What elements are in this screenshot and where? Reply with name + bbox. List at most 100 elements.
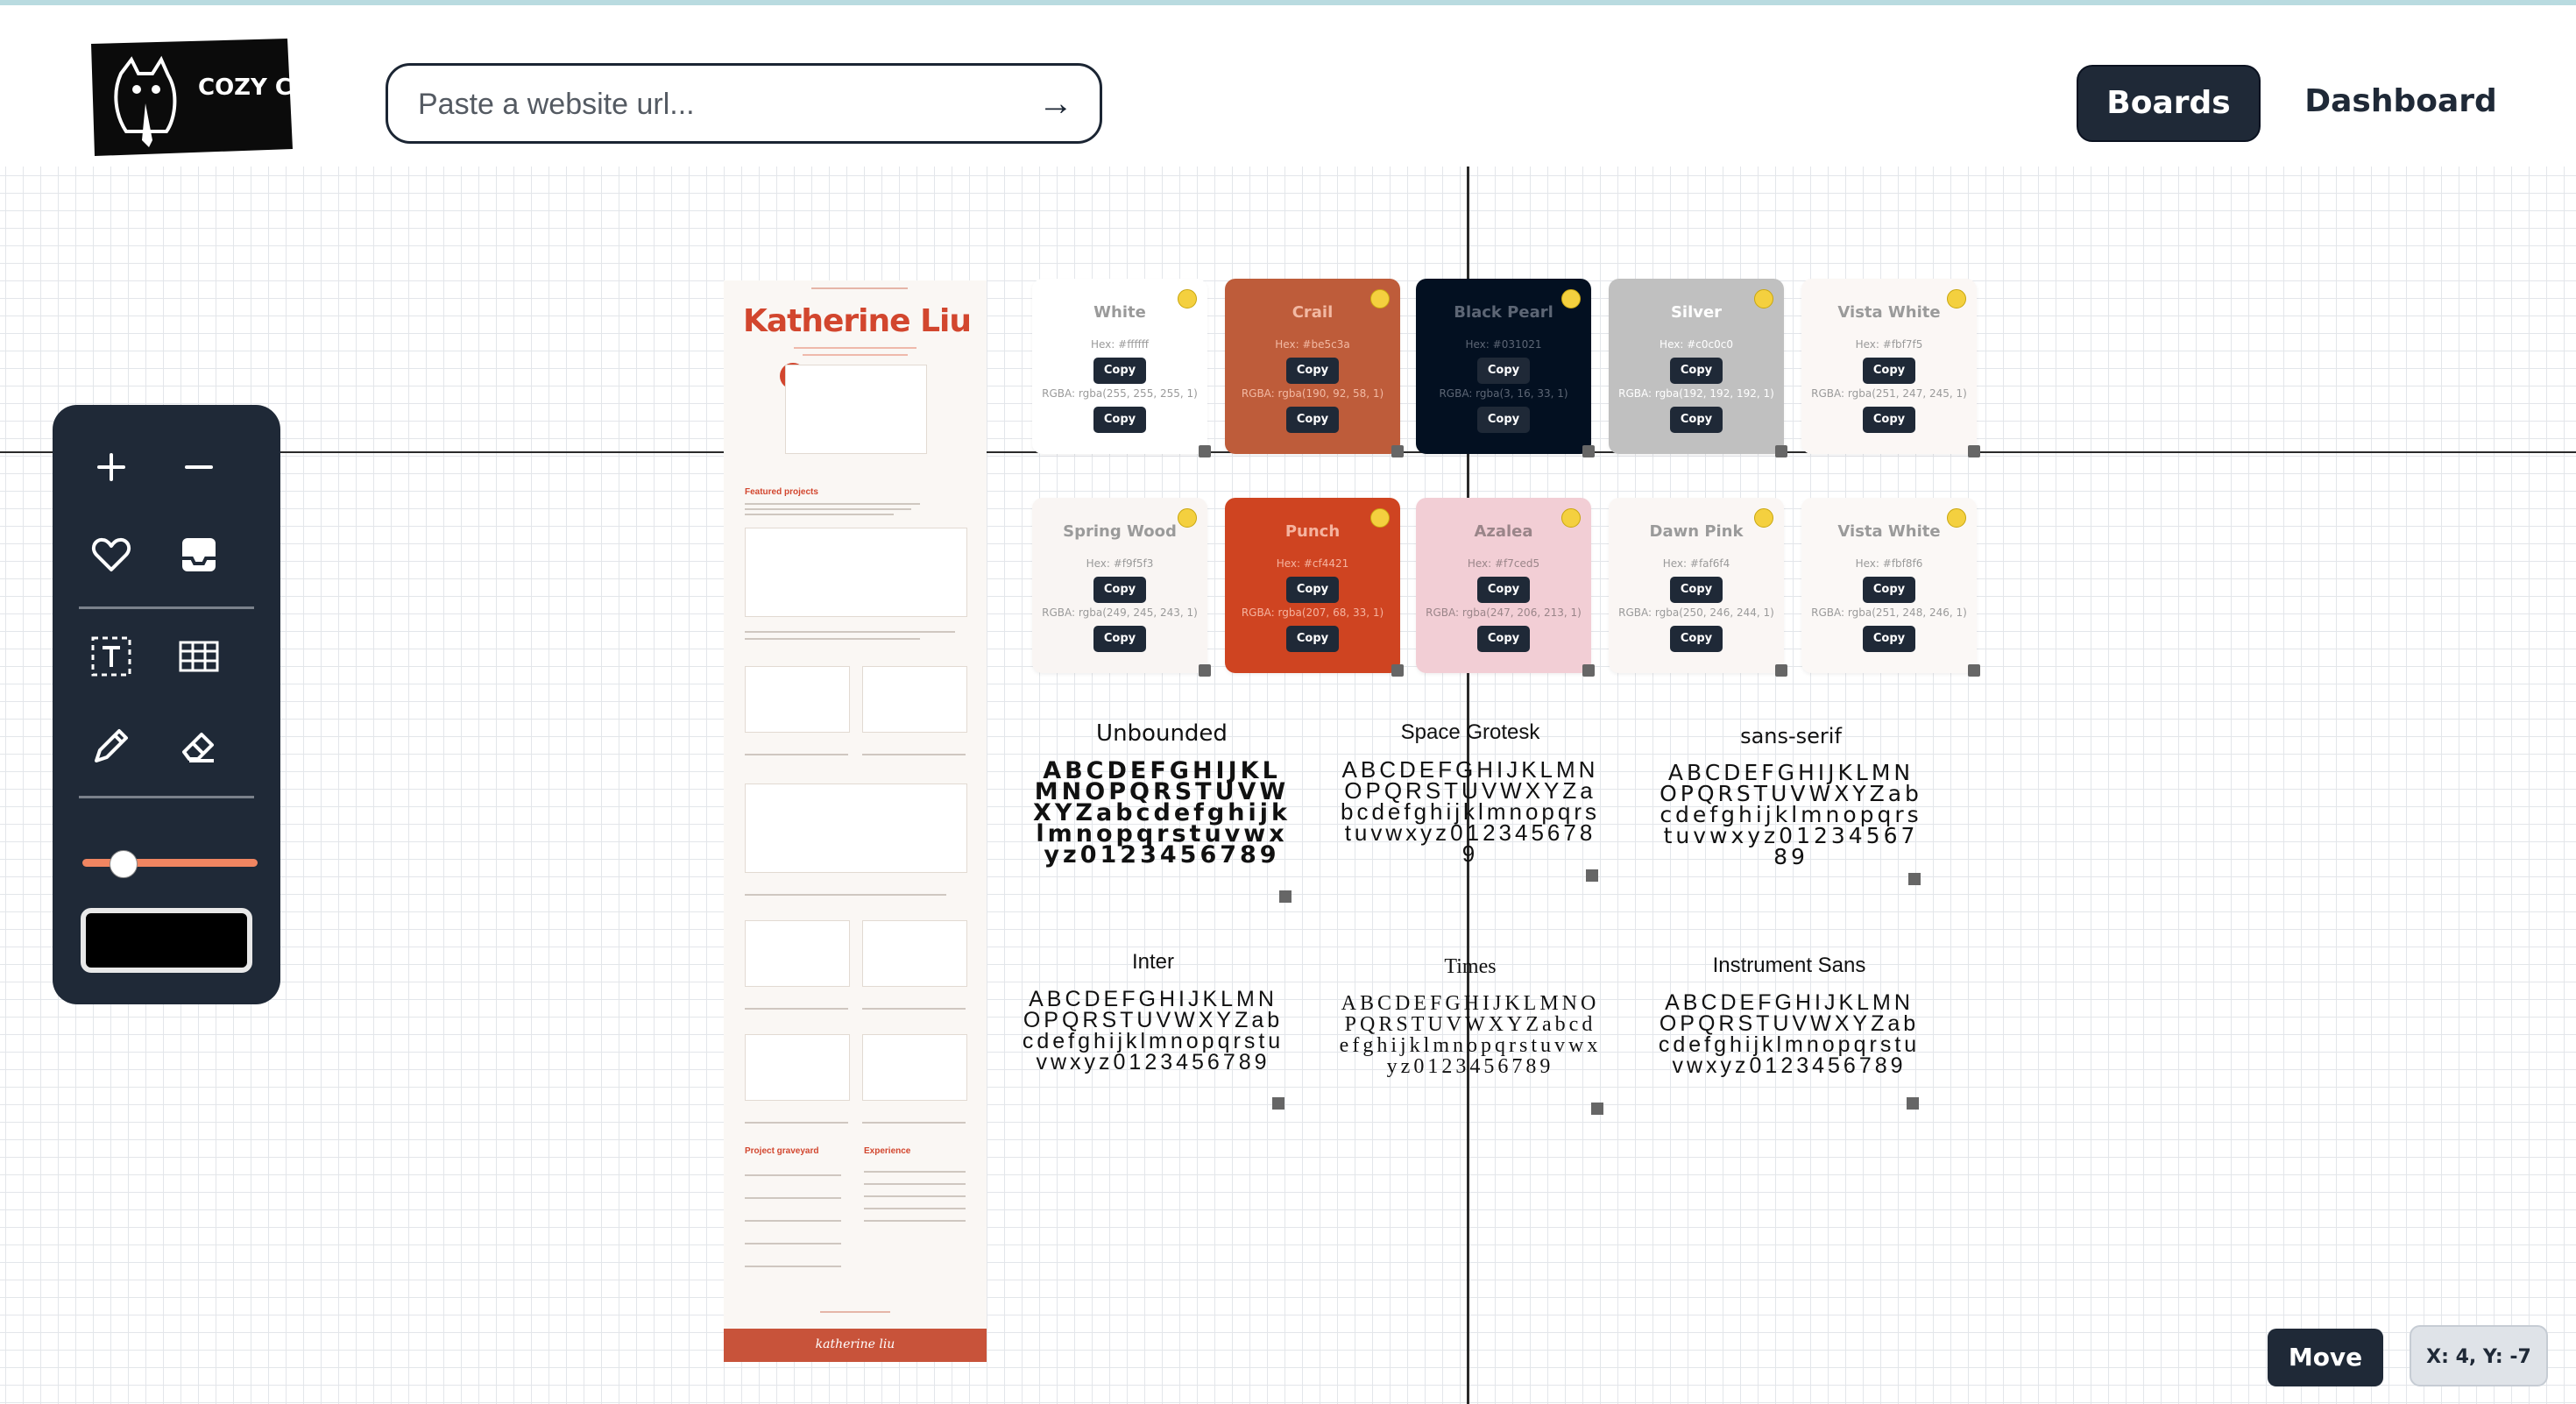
toolbar-divider bbox=[79, 606, 254, 609]
font-sample-text: ABCDEFGHIJKLMNOPQRSTUVWXYZabcdefghijklmn… bbox=[1339, 992, 1602, 1078]
mini-text bbox=[862, 1008, 966, 1010]
copy-hex-button[interactable]: Copy bbox=[1670, 358, 1723, 384]
copy-rgba-button[interactable]: Copy bbox=[1093, 626, 1146, 652]
color-card-vista-white[interactable]: Vista White Hex: #fbf7f5 Copy RGBA: rgba… bbox=[1801, 279, 1980, 457]
resize-handle[interactable] bbox=[1582, 664, 1595, 677]
resize-handle[interactable] bbox=[1199, 445, 1211, 457]
color-card-punch[interactable]: Punch Hex: #cf4421 Copy RGBA: rgba(207, … bbox=[1225, 498, 1404, 677]
copy-rgba-button[interactable]: Copy bbox=[1286, 407, 1339, 433]
font-name: Instrument Sans bbox=[1712, 954, 1866, 977]
copy-rgba-button[interactable]: Copy bbox=[1093, 407, 1146, 433]
stroke-width-slider[interactable] bbox=[82, 850, 258, 878]
url-search-bar: → bbox=[386, 63, 1102, 144]
resize-handle[interactable] bbox=[1775, 664, 1787, 677]
copy-rgba-button[interactable]: Copy bbox=[1863, 626, 1915, 652]
mini-text bbox=[745, 1122, 848, 1124]
color-picker-button[interactable] bbox=[81, 908, 252, 973]
mini-section-title: Project graveyard bbox=[745, 1146, 819, 1156]
color-card-spring-wood[interactable]: Spring Wood Hex: #f9f5f3 Copy RGBA: rgba… bbox=[1032, 498, 1211, 677]
font-sample-inter[interactable]: Inter ABCDEFGHIJKLMNOPQRSTUVWXYZabcdefgh… bbox=[1022, 950, 1284, 1074]
copy-rgba-button[interactable]: Copy bbox=[1477, 407, 1530, 433]
hex-value: Hex: #031021 bbox=[1465, 338, 1542, 351]
mini-text bbox=[745, 1008, 848, 1010]
copy-hex-button[interactable]: Copy bbox=[1863, 577, 1915, 603]
copy-hex-button[interactable]: Copy bbox=[1093, 358, 1146, 384]
rgba-value: RGBA: rgba(192, 192, 192, 1) bbox=[1618, 387, 1774, 400]
resize-handle[interactable] bbox=[1775, 445, 1787, 457]
font-sample-space-grotesk[interactable]: Space Grotesk ABCDEFGHIJKLMNOPQRSTUVWXYZ… bbox=[1339, 720, 1602, 865]
text-box-icon[interactable] bbox=[81, 626, 142, 687]
inbox-icon[interactable] bbox=[168, 524, 230, 585]
color-name: Spring Wood bbox=[1063, 522, 1177, 541]
copy-rgba-button[interactable]: Copy bbox=[1286, 626, 1339, 652]
color-card-azalea[interactable]: Azalea Hex: #f7ced5 Copy RGBA: rgba(247,… bbox=[1416, 498, 1595, 677]
slider-track bbox=[82, 859, 258, 867]
boards-button[interactable]: Boards bbox=[2077, 65, 2261, 142]
rgba-value: RGBA: rgba(250, 246, 244, 1) bbox=[1618, 606, 1774, 619]
cozy-corner-crew-logo[interactable]: COZY CORNER CREW bbox=[86, 35, 296, 160]
resize-handle[interactable] bbox=[1591, 1103, 1603, 1115]
slider-thumb[interactable] bbox=[110, 850, 138, 878]
font-sample-instrument-sans[interactable]: Instrument Sans ABCDEFGHIJKLMNOPQRSTUVWX… bbox=[1658, 954, 1921, 1077]
copy-rgba-button[interactable]: Copy bbox=[1670, 407, 1723, 433]
mini-text bbox=[864, 1183, 966, 1185]
font-name: Space Grotesk bbox=[1400, 720, 1540, 744]
resize-handle[interactable] bbox=[1968, 664, 1980, 677]
mini-text bbox=[864, 1220, 966, 1222]
dashboard-button[interactable]: Dashboard bbox=[2287, 65, 2515, 142]
mini-text bbox=[745, 514, 894, 515]
resize-handle[interactable] bbox=[1279, 890, 1292, 903]
color-card-black-pearl[interactable]: Black Pearl Hex: #031021 Copy RGBA: rgba… bbox=[1416, 279, 1595, 457]
copy-hex-button[interactable]: Copy bbox=[1286, 358, 1339, 384]
copy-hex-button[interactable]: Copy bbox=[1477, 358, 1530, 384]
mini-project-image bbox=[745, 1034, 850, 1101]
color-card-white[interactable]: White Hex: #ffffff Copy RGBA: rgba(255, … bbox=[1032, 279, 1211, 457]
font-sample-times[interactable]: Times ABCDEFGHIJKLMNOPQRSTUVWXYZabcdefgh… bbox=[1339, 955, 1602, 1077]
mini-subtitle bbox=[803, 354, 908, 356]
font-sample-text: ABCDEFGHIJKLMNOPQRSTUVWXYZabcdefghijklmn… bbox=[1022, 987, 1284, 1074]
pencil-icon[interactable] bbox=[81, 715, 142, 776]
color-card-silver[interactable]: Silver Hex: #c0c0c0 Copy RGBA: rgba(192,… bbox=[1609, 279, 1787, 457]
heart-icon[interactable] bbox=[81, 524, 142, 585]
color-name: Vista White bbox=[1837, 522, 1941, 541]
mini-section-title: Experience bbox=[864, 1146, 911, 1156]
mini-text bbox=[745, 1174, 841, 1176]
copy-hex-button[interactable]: Copy bbox=[1093, 577, 1146, 603]
zoom-out-icon[interactable] bbox=[168, 436, 230, 498]
copy-rgba-button[interactable]: Copy bbox=[1670, 626, 1723, 652]
resize-handle[interactable] bbox=[1391, 664, 1404, 677]
resize-handle[interactable] bbox=[1968, 445, 1980, 457]
copy-rgba-button[interactable]: Copy bbox=[1477, 626, 1530, 652]
mini-nav bbox=[811, 287, 908, 289]
font-sample-sans-serif[interactable]: sans-serif ABCDEFGHIJKLMNOPQRSTUVWXYZabc… bbox=[1660, 724, 1922, 868]
website-screenshot-card[interactable]: Katherine Liu Featured projects Project … bbox=[724, 280, 987, 1362]
font-name: Times bbox=[1444, 955, 1497, 978]
font-sample-unbounded[interactable]: Unbounded ABCDEFGHIJKLMNOPQRSTUVWXYZabcd… bbox=[1030, 720, 1293, 867]
color-card-vista-white-2[interactable]: Vista White Hex: #fbf8f6 Copy RGBA: rgba… bbox=[1801, 498, 1980, 677]
zoom-in-icon[interactable] bbox=[81, 436, 142, 498]
color-card-crail[interactable]: Crail Hex: #be5c3a Copy RGBA: rgba(190, … bbox=[1225, 279, 1404, 457]
copy-hex-button[interactable]: Copy bbox=[1863, 358, 1915, 384]
rgba-value: RGBA: rgba(249, 245, 243, 1) bbox=[1042, 606, 1198, 619]
copy-hex-button[interactable]: Copy bbox=[1477, 577, 1530, 603]
move-tool-button[interactable]: Move bbox=[2268, 1329, 2383, 1386]
eraser-icon[interactable] bbox=[168, 715, 230, 776]
mini-text bbox=[745, 1220, 841, 1222]
copy-rgba-button[interactable]: Copy bbox=[1863, 407, 1915, 433]
copy-hex-button[interactable]: Copy bbox=[1286, 577, 1339, 603]
resize-handle[interactable] bbox=[1391, 445, 1404, 457]
table-icon[interactable] bbox=[168, 626, 230, 687]
resize-handle[interactable] bbox=[1586, 869, 1598, 882]
hex-value: Hex: #c0c0c0 bbox=[1660, 338, 1733, 351]
resize-handle[interactable] bbox=[1582, 445, 1595, 457]
resize-handle[interactable] bbox=[1908, 873, 1921, 885]
resize-handle[interactable] bbox=[1907, 1097, 1919, 1110]
color-name: Azalea bbox=[1474, 522, 1533, 541]
mini-subtitle bbox=[794, 347, 916, 349]
arrow-right-icon[interactable]: → bbox=[1037, 82, 1075, 125]
url-input[interactable] bbox=[416, 78, 1016, 131]
resize-handle[interactable] bbox=[1199, 664, 1211, 677]
copy-hex-button[interactable]: Copy bbox=[1670, 577, 1723, 603]
color-card-dawn-pink[interactable]: Dawn Pink Hex: #faf6f4 Copy RGBA: rgba(2… bbox=[1609, 498, 1787, 677]
resize-handle[interactable] bbox=[1272, 1097, 1284, 1110]
